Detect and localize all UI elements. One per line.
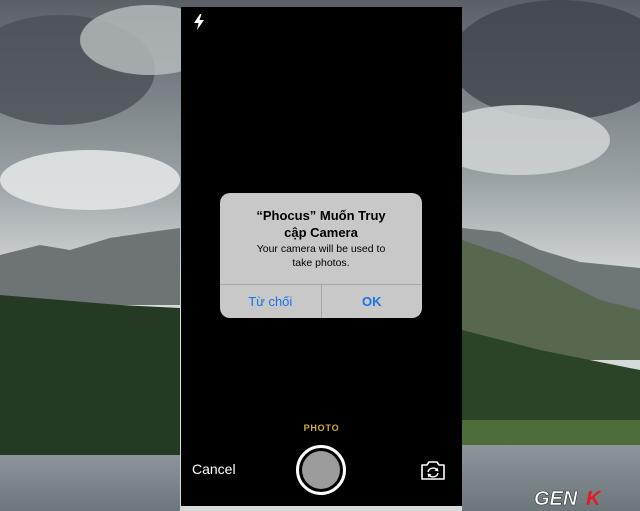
photo-mode-label[interactable]: PHOTO — [181, 423, 462, 433]
cancel-button[interactable]: Cancel — [192, 461, 236, 477]
alert-body: “Phocus” Muốn Truy cập Camera Your camer… — [220, 193, 422, 269]
alert-title: “Phocus” Muốn Truy cập Camera — [256, 208, 386, 240]
camera-permission-alert: “Phocus” Muốn Truy cập Camera Your camer… — [220, 193, 422, 318]
lightning-bolt-icon[interactable] — [193, 14, 205, 30]
svg-text:K: K — [586, 488, 602, 509]
genk-watermark-logo: GEN K — [534, 488, 602, 509]
shutter-inner — [302, 451, 340, 489]
alert-message: Your camera will be used to take photos. — [256, 243, 386, 269]
camera-screen: “Phocus” Muốn Truy cập Camera Your camer… — [181, 7, 462, 506]
svg-text:GEN: GEN — [534, 488, 578, 509]
deny-button[interactable]: Từ chối — [220, 285, 321, 318]
alert-button-row: Từ chối OK — [220, 284, 422, 318]
ok-button[interactable]: OK — [320, 285, 423, 318]
camera-rotate-icon[interactable] — [419, 459, 447, 481]
shutter-button[interactable] — [296, 445, 346, 495]
